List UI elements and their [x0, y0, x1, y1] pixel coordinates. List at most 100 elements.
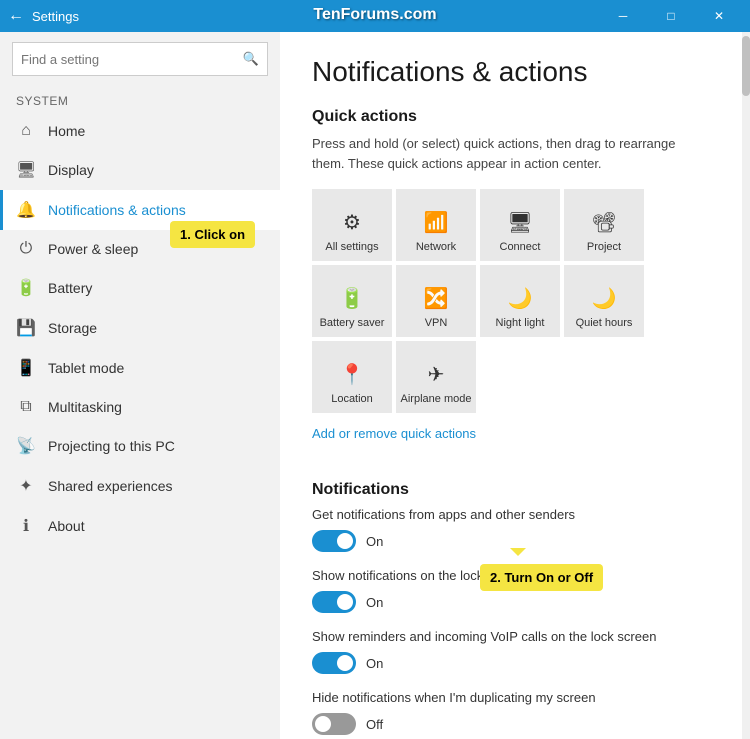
qa-tile-2[interactable]: 🖥 Connect — [480, 189, 560, 261]
nav-icon-display: 🖥 — [16, 160, 36, 180]
toggle-lock-screen-notif[interactable] — [312, 591, 356, 613]
qa-icon-2: 🖥 — [507, 210, 532, 235]
nav-icon-projecting: 📡 — [16, 436, 36, 456]
qa-tile-4[interactable]: 🔋 Battery saver — [312, 265, 392, 337]
sidebar: 🔍 System ⌂ Home 🖥 Display 🔔 Notification… — [0, 32, 280, 739]
scrollbar-track[interactable] — [742, 32, 750, 739]
qa-label-7: Quiet hours — [576, 317, 633, 329]
nav-label-shared: Shared experiences — [48, 478, 173, 494]
qa-icon-0: ⚙ — [343, 210, 361, 235]
qa-tile-8[interactable]: 📍 Location — [312, 341, 392, 413]
nav-label-tablet: Tablet mode — [48, 360, 124, 376]
quick-actions-desc: Press and hold (or select) quick actions… — [312, 134, 710, 173]
sidebar-item-shared[interactable]: ✦ Shared experiences — [0, 466, 280, 506]
nav-icon-about: ℹ — [16, 516, 36, 536]
nav-label-home: Home — [48, 123, 85, 139]
nav-icon-battery: 🔋 — [16, 278, 36, 298]
toggle-thumb-apps-notif — [337, 533, 353, 549]
sidebar-item-projecting[interactable]: 📡 Projecting to this PC — [0, 426, 280, 466]
toggle-thumb-duplicate-notif — [315, 716, 331, 732]
minimize-button[interactable]: ─ — [600, 0, 646, 32]
sidebar-item-power[interactable]: ⏻ Power & sleep — [0, 230, 280, 268]
sidebar-item-tablet[interactable]: 📱 Tablet mode — [0, 348, 280, 388]
nav-icon-shared: ✦ — [16, 476, 36, 496]
toggle-row-lock-screen-notif: On — [312, 591, 710, 613]
content-area: Notifications & actions Quick actions Pr… — [280, 32, 742, 739]
toggle-duplicate-notif[interactable] — [312, 713, 356, 735]
toggle-thumb-lock-screen-notif — [337, 594, 353, 610]
qa-label-6: Night light — [496, 317, 545, 329]
sidebar-item-battery[interactable]: 🔋 Battery — [0, 268, 280, 308]
toggle-label-reminders-notif: On — [366, 656, 383, 671]
toggle-apps-notif[interactable] — [312, 530, 356, 552]
sidebar-item-storage[interactable]: 💾 Storage — [0, 308, 280, 348]
sidebar-item-about[interactable]: ℹ About — [0, 506, 280, 546]
toggle-label-lock-screen-notif: On — [366, 595, 383, 610]
notif-setting-apps-notif: Get notifications from apps and other se… — [312, 507, 710, 552]
titlebar: ← Settings TenForums.com ─ □ ✕ — [0, 0, 750, 32]
add-remove-link[interactable]: Add or remove quick actions — [312, 426, 476, 441]
search-icon: 🔍 — [243, 51, 259, 67]
toggle-label-apps-notif: On — [366, 534, 383, 549]
qa-tile-1[interactable]: 📶 Network — [396, 189, 476, 261]
maximize-button[interactable]: □ — [648, 0, 694, 32]
qa-icon-4: 🔋 — [340, 286, 365, 311]
nav-label-multitasking: Multitasking — [48, 399, 122, 415]
qa-label-8: Location — [331, 393, 373, 405]
qa-label-3: Project — [587, 241, 621, 253]
qa-icon-3: 📽 — [591, 210, 616, 235]
nav-label-notifications: Notifications & actions — [48, 202, 186, 218]
toggle-row-reminders-notif: On — [312, 652, 710, 674]
qa-tile-9[interactable]: ✈ Airplane mode — [396, 341, 476, 413]
toggle-thumb-reminders-notif — [337, 655, 353, 671]
quick-actions-grid: ⚙ All settings 📶 Network 🖥 Connect 📽 Pro… — [312, 189, 710, 413]
sidebar-item-display[interactable]: 🖥 Display — [0, 150, 280, 190]
qa-icon-6: 🌙 — [508, 286, 533, 311]
search-input[interactable] — [21, 52, 243, 67]
toggle-reminders-notif[interactable] — [312, 652, 356, 674]
toggle-row-apps-notif: On — [312, 530, 710, 552]
close-button[interactable]: ✕ — [696, 0, 742, 32]
nav-icon-multitasking: ⧉ — [16, 398, 36, 416]
notif-setting-reminders-notif: Show reminders and incoming VoIP calls o… — [312, 629, 710, 674]
nav-label-power: Power & sleep — [48, 241, 138, 257]
page-title: Notifications & actions — [312, 56, 710, 88]
notification-settings: Get notifications from apps and other se… — [312, 507, 710, 735]
qa-label-9: Airplane mode — [401, 393, 472, 405]
watermark: TenForums.com — [313, 6, 436, 24]
qa-label-5: VPN — [425, 317, 448, 329]
qa-tile-0[interactable]: ⚙ All settings — [312, 189, 392, 261]
titlebar-left: ← Settings — [8, 7, 79, 25]
qa-icon-7: 🌙 — [592, 286, 617, 311]
nav-icon-tablet: 📱 — [16, 358, 36, 378]
qa-icon-8: 📍 — [340, 362, 365, 387]
titlebar-title: Settings — [32, 9, 79, 24]
nav-label-battery: Battery — [48, 280, 92, 296]
qa-tile-6[interactable]: 🌙 Night light — [480, 265, 560, 337]
qa-tile-7[interactable]: 🌙 Quiet hours — [564, 265, 644, 337]
sidebar-item-notifications[interactable]: 🔔 Notifications & actions — [0, 190, 280, 230]
nav-icon-storage: 💾 — [16, 318, 36, 338]
search-box[interactable]: 🔍 — [12, 42, 268, 76]
notif-label-reminders-notif: Show reminders and incoming VoIP calls o… — [312, 629, 710, 644]
qa-icon-1: 📶 — [424, 210, 449, 235]
nav-icon-power: ⏻ — [16, 240, 36, 258]
toggle-row-duplicate-notif: Off — [312, 713, 710, 735]
notif-setting-duplicate-notif: Hide notifications when I'm duplicating … — [312, 690, 710, 735]
quick-actions-title: Quick actions — [312, 108, 710, 126]
app-body: 🔍 System ⌂ Home 🖥 Display 🔔 Notification… — [0, 32, 750, 739]
back-button[interactable]: ← — [8, 7, 24, 25]
notif-label-apps-notif: Get notifications from apps and other se… — [312, 507, 710, 522]
sidebar-item-multitasking[interactable]: ⧉ Multitasking — [0, 388, 280, 426]
qa-tile-5[interactable]: 🔀 VPN — [396, 265, 476, 337]
qa-label-2: Connect — [500, 241, 541, 253]
sidebar-item-home[interactable]: ⌂ Home — [0, 112, 280, 150]
scrollbar-thumb[interactable] — [742, 36, 750, 96]
nav-icon-home: ⌂ — [16, 122, 36, 140]
qa-icon-9: ✈ — [428, 362, 445, 387]
qa-tile-3[interactable]: 📽 Project — [564, 189, 644, 261]
notif-label-duplicate-notif: Hide notifications when I'm duplicating … — [312, 690, 710, 705]
qa-label-0: All settings — [325, 241, 378, 253]
nav-label-about: About — [48, 518, 85, 534]
qa-icon-5: 🔀 — [424, 286, 449, 311]
